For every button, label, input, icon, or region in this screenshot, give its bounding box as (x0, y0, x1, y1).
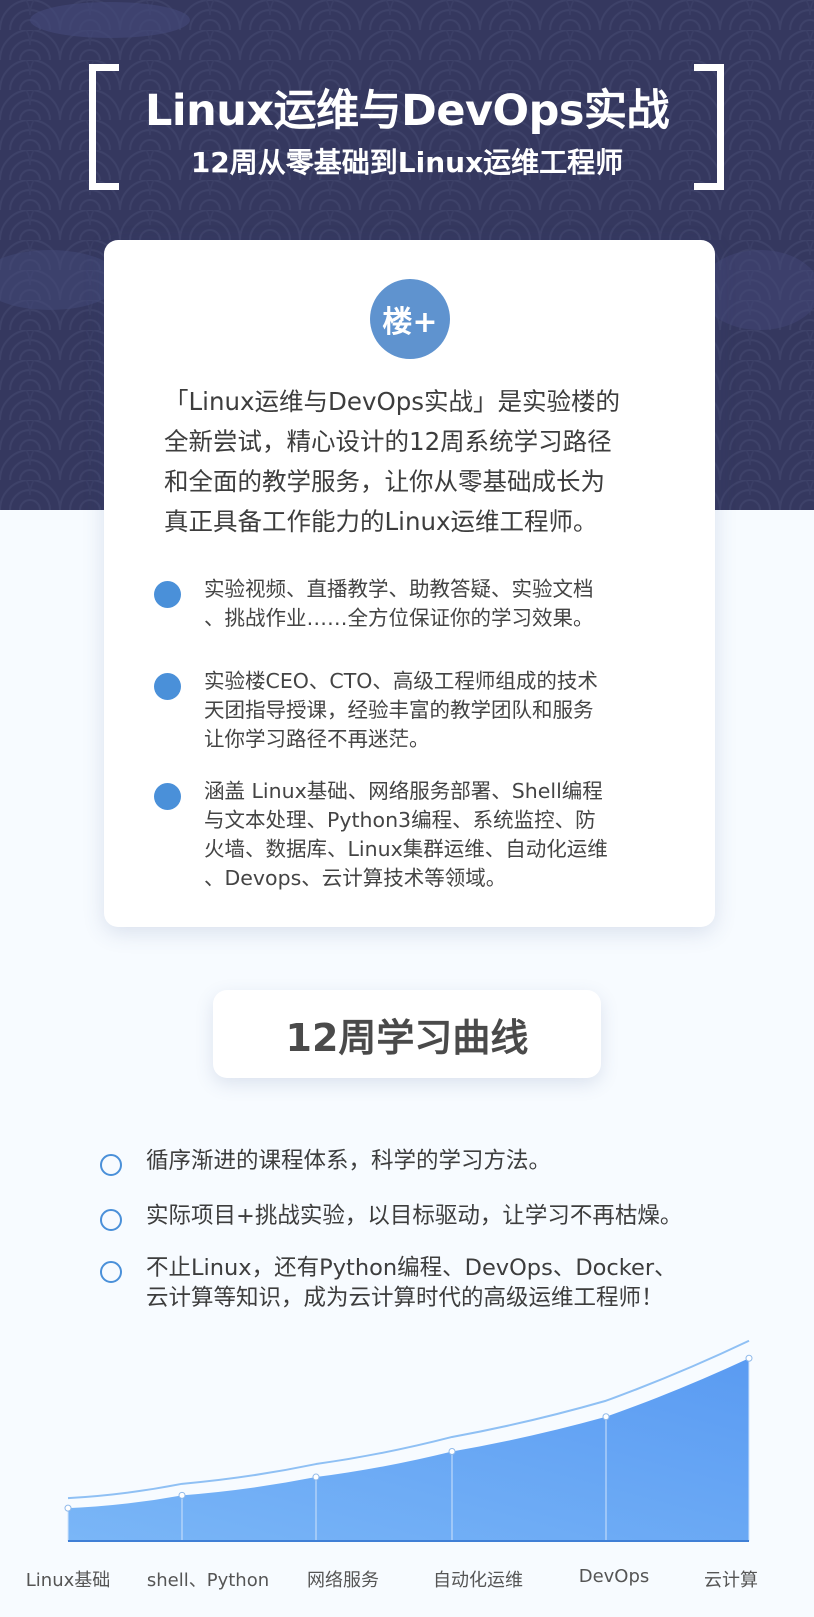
section-title: 12周学习曲线 (213, 990, 601, 1078)
bullet-line: 、挑战作业……全方位保证你的学习效果。 (204, 606, 594, 630)
x-tick-label: 自动化运维 (433, 1570, 523, 1591)
bullet-line: 涵盖 Linux基础、网络服务部署、Shell编程 (204, 779, 603, 803)
x-tick-label: 网络服务 (307, 1570, 379, 1591)
intro-line: 「Linux运维与DevOps实战」是实验楼的 (164, 387, 621, 416)
intro-line: 全新尝试，精心设计的12周系统学习路径 (164, 427, 612, 456)
bullet-dot-icon (154, 673, 181, 700)
circle-bullet-icon (100, 1209, 122, 1231)
learning-curve-chart: Linux基础 shell、Python 网络服务 自动化运维 DevOps 云计算 (0, 1320, 814, 1617)
x-tick-label: DevOps (578, 1566, 650, 1587)
bullet-dot-icon (154, 783, 181, 810)
x-tick-label: 云计算 (704, 1570, 758, 1591)
shiyanlou-logo: 楼+ (370, 279, 450, 359)
bullet-text: 实验楼CEO、CTO、高级工程师组成的技术 天团指导授课，经验丰富的教学团队和服… (204, 667, 674, 754)
point-line: 循序渐进的课程体系，科学的学习方法。 (146, 1148, 552, 1174)
x-tick-label: shell、Python (146, 1570, 270, 1591)
circle-bullet-icon (100, 1154, 122, 1176)
section-title-text: 12周学习曲线 (285, 1015, 529, 1060)
point-line: 云计算等知识，成为云计算时代的高级运维工程师！ (146, 1285, 664, 1311)
page-title: Linux运维与DevOps实战 (145, 86, 669, 136)
point-line: 不止Linux，还有Python编程、DevOps、Docker、 (146, 1255, 677, 1281)
bullet-line: 与文本处理、Python3编程、系统监控、防 (204, 808, 596, 832)
bullet-line: 实验楼CEO、CTO、高级工程师组成的技术 (204, 669, 598, 693)
intro-line: 真正具备工作能力的Linux运维工程师。 (164, 507, 598, 536)
point-line: 实际项目+挑战实验，以目标驱动，让学习不再枯燥。 (146, 1203, 683, 1229)
bullet-text: 涵盖 Linux基础、网络服务部署、Shell编程 与文本处理、Python3编… (204, 777, 674, 893)
bullet-line: 实验视频、直播教学、助教答疑、实验文档 (204, 577, 594, 601)
intro-text: 「Linux运维与DevOps实战」是实验楼的 全新尝试，精心设计的12周系统学… (164, 382, 684, 542)
bullet-line: 让你学习路径不再迷茫。 (204, 727, 430, 751)
bullet-line: 天团指导授课，经验丰富的教学团队和服务 (204, 698, 594, 722)
point-text: 不止Linux，还有Python编程、DevOps、Docker、 云计算等知识… (146, 1253, 746, 1313)
bullet-line: 、Devops、云计算技术等领域。 (204, 866, 507, 890)
bullet-line: 火墙、数据库、Linux集群运维、自动化运维 (204, 837, 608, 861)
bullet-text: 实验视频、直播教学、助教答疑、实验文档 、挑战作业……全方位保证你的学习效果。 (204, 575, 674, 633)
intro-line: 和全面的教学服务，让你从零基础成长为 (164, 467, 605, 496)
x-tick-label: Linux基础 (25, 1570, 111, 1591)
circle-bullet-icon (100, 1261, 122, 1283)
x-axis-labels: Linux基础 shell、Python 网络服务 自动化运维 DevOps 云计算 (0, 1320, 814, 1617)
point-text: 循序渐进的课程体系，科学的学习方法。 (146, 1146, 746, 1176)
bullet-dot-icon (154, 581, 181, 608)
intro-card: 楼+ 「Linux运维与DevOps实战」是实验楼的 全新尝试，精心设计的12周… (104, 240, 715, 927)
point-text: 实际项目+挑战实验，以目标驱动，让学习不再枯燥。 (146, 1201, 746, 1231)
logo-text: 楼+ (382, 305, 438, 340)
page-subtitle: 12周从零基础到Linux运维工程师 (190, 146, 624, 179)
